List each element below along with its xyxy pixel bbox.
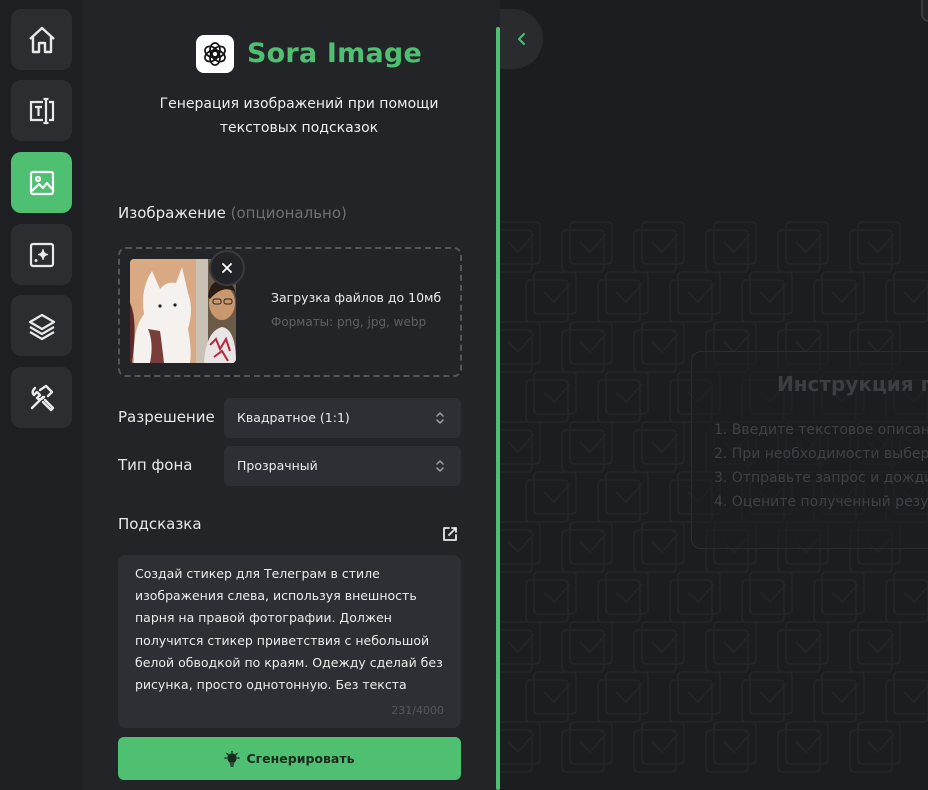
instructions-step: 3. Отправьте запрос и дожди: [714, 470, 928, 486]
remove-image-button[interactable]: [209, 250, 245, 286]
image-optional-label: (опционально): [230, 204, 347, 222]
prompt-text[interactable]: Создай стикер для Телеграм в стиле изобр…: [135, 563, 453, 696]
prompt-char-counter: 231/4000: [391, 704, 444, 717]
openai-logo-icon: [204, 42, 226, 66]
upload-size-limit: Загрузка файлов до 10мб: [271, 290, 442, 305]
home-icon: [28, 26, 55, 53]
chevron-left-icon: [517, 33, 525, 45]
image-label: Изображение: [118, 204, 226, 222]
rail-home-button[interactable]: [11, 9, 72, 70]
instructions-list: 1. Введите текстовое описан 2. При необх…: [714, 418, 928, 514]
resolution-value: Квадратное (1:1): [237, 410, 350, 425]
tools-icon: [30, 384, 54, 411]
background-type-select[interactable]: Прозрачный: [224, 446, 461, 486]
text-to-image-icon: [29, 97, 54, 124]
app-subtitle: Генерация изображений при помощи текстов…: [159, 96, 439, 136]
sparkle-image-icon: [29, 242, 54, 267]
resolution-label: Разрешение: [118, 408, 215, 426]
layers-icon: [28, 313, 55, 340]
rail-sparkle-button[interactable]: [11, 224, 72, 285]
instructions-title: Инструкция по: [777, 372, 928, 396]
lightbulb-icon: [224, 750, 241, 767]
rail-text-button[interactable]: [11, 80, 72, 141]
instructions-step: 1. Введите текстовое описан: [714, 422, 928, 438]
left-rail: [0, 0, 82, 790]
generate-button[interactable]: Сгенерировать: [118, 737, 461, 780]
image-icon: [29, 170, 54, 195]
upload-formats-hint: Форматы: png, jpg, webp: [271, 315, 427, 329]
image-section-label: Изображение (опционально): [118, 204, 347, 222]
app-title: Sora Image: [247, 38, 422, 69]
close-icon: [222, 263, 232, 273]
app-logo: [196, 35, 234, 73]
rail-tools-button[interactable]: [11, 367, 72, 428]
expand-prompt-icon[interactable]: [441, 525, 459, 543]
generate-button-label: Сгенерировать: [246, 751, 355, 766]
select-chevron-icon: [436, 460, 444, 472]
resolution-select[interactable]: Квадратное (1:1): [224, 398, 461, 438]
instructions-step: 2. При необходимости выбер: [714, 446, 928, 462]
window-corner-control[interactable]: [921, 0, 928, 22]
select-chevron-icon: [436, 412, 444, 424]
prompt-textarea[interactable]: Создай стикер для Телеграм в стиле изобр…: [118, 555, 461, 728]
prompt-label: Подсказка: [118, 515, 202, 533]
background-type-label: Тип фона: [118, 456, 193, 474]
background-type-value: Прозрачный: [237, 458, 318, 473]
rail-image-button[interactable]: [11, 152, 72, 213]
rail-layers-button[interactable]: [11, 295, 72, 356]
instructions-step: 4. Оцените полученный резу: [714, 494, 928, 510]
